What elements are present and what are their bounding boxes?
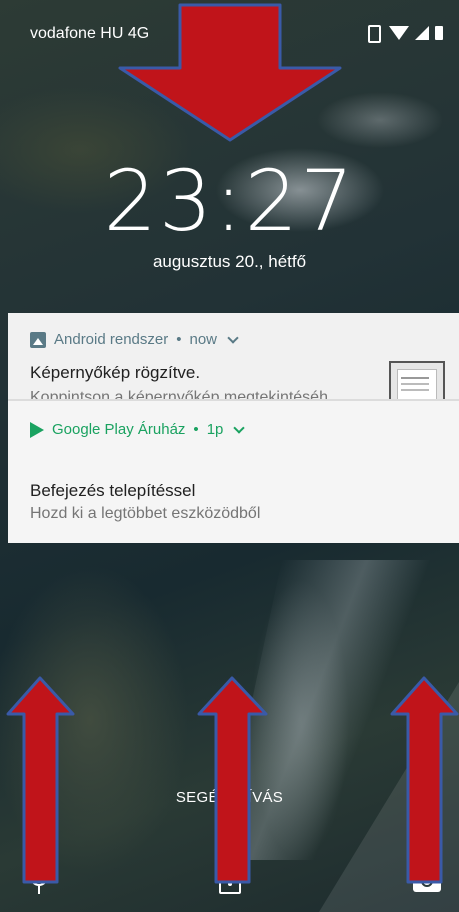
battery-icon — [435, 26, 443, 40]
notification-title: Befejezés telepítéssel — [30, 481, 196, 500]
lockscreen-clock: 23:27 — [103, 152, 356, 250]
unlock-icon[interactable] — [219, 864, 241, 894]
notification-header: Android rendszer • now — [30, 331, 239, 348]
lockscreen-date: augusztus 20., hétfő — [152, 252, 307, 271]
notification-time: 1p — [206, 421, 224, 438]
notification-app-name: Google Play Áruház — [52, 421, 186, 438]
wifi-icon — [389, 26, 409, 40]
expand-chevron-icon[interactable] — [227, 331, 239, 344]
microphone-icon[interactable] — [30, 866, 48, 896]
notification-google-play[interactable]: Google Play Áruház • 1p Befejezés telepí… — [8, 401, 459, 543]
notification-time: now — [189, 331, 218, 348]
notification-text: Hozd ki a legtöbbet eszközödből — [30, 505, 261, 522]
status-icons — [363, 24, 443, 43]
emergency-call-button[interactable]: SEGÉLYHÍVÁS — [0, 789, 459, 806]
notification-title: Képernyőkép rögzítve. — [30, 363, 201, 382]
google-play-icon — [30, 421, 44, 438]
notification-header: Google Play Áruház • 1p — [30, 421, 246, 438]
vibrate-icon — [363, 24, 383, 43]
camera-icon[interactable] — [413, 866, 441, 892]
notification-screenshot[interactable]: Android rendszer • now Képernyőkép rögzí… — [8, 313, 459, 411]
status-bar[interactable]: vodafone HU 4G — [0, 0, 459, 56]
carrier-label: vodafone HU 4G — [30, 25, 150, 42]
expand-chevron-icon[interactable] — [233, 421, 246, 434]
notification-app-name: Android rendszer — [54, 331, 169, 348]
image-icon — [30, 331, 46, 348]
signal-icon — [415, 26, 429, 40]
